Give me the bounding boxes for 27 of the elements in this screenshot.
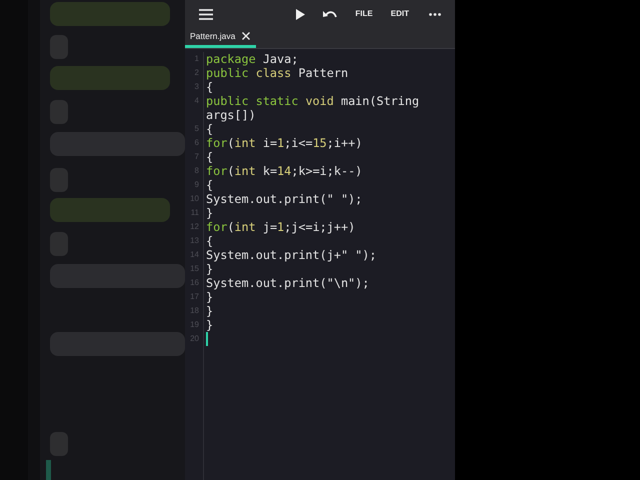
menu-button[interactable]: FILE [347,3,381,25]
code-line: { [206,234,214,248]
code-line: } [206,304,214,318]
code-line: } [206,206,214,220]
close-icon [242,32,250,40]
code-line: } [206,290,214,304]
code-line: { [206,150,214,164]
code-line: } [206,318,214,332]
menu-button[interactable]: EDIT [382,3,417,25]
code-line: for(int k=14;k>=i;k--) [206,164,362,178]
undo-icon [323,10,338,18]
menu-icon [199,8,213,20]
code-line: { [206,80,214,94]
code-line: public class Pattern [206,66,348,80]
code-line: public static void main(String args[]) [206,94,420,122]
code-line: package Java; [206,52,298,66]
code-line: for(int i=1;i<=15;i++) [206,136,362,150]
code-line: for(int j=1;j<=i;j++) [206,220,356,234]
code-line: System.out.print(j+" "); [206,248,376,262]
more-icon [429,12,441,16]
code-line: System.out.print("\n"); [206,276,370,290]
play-icon [296,8,306,20]
code-line: } [206,262,214,276]
file-tab[interactable]: Pattern.java [185,27,256,48]
code-line: System.out.print(" "); [206,192,362,206]
code-line: { [206,122,214,136]
code-line: { [206,178,214,192]
